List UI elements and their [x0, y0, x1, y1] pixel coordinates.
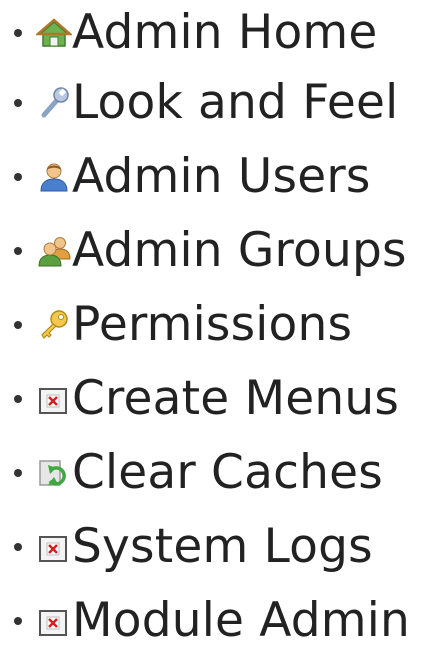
bullet — [14, 321, 22, 329]
bullet — [14, 469, 22, 477]
look-and-feel-link[interactable]: Look and Feel — [36, 78, 398, 128]
menu-item-admin-home: Admin Home — [0, 0, 430, 66]
admin-groups-link[interactable]: Admin Groups — [36, 226, 407, 276]
menu-item-look-and-feel: Look and Feel — [0, 66, 430, 140]
menu-item-label: Module Admin — [72, 593, 411, 648]
create-menus-link[interactable]: Create Menus — [36, 374, 399, 424]
admin-users-link[interactable]: Admin Users — [36, 152, 371, 202]
bullet — [14, 543, 22, 551]
broken-image-icon — [36, 529, 72, 565]
module-admin-link[interactable]: Module Admin — [36, 596, 410, 646]
bullet — [14, 247, 22, 255]
wrench-icon — [36, 85, 72, 121]
user-icon — [36, 159, 72, 195]
menu-item-system-logs: System Logs — [0, 510, 430, 584]
clear-caches-link[interactable]: Clear Caches — [36, 448, 383, 498]
menu-item-label: Admin Home — [72, 5, 378, 60]
admin-menu: Admin Home Look and Feel Admin Users Adm… — [0, 0, 430, 658]
menu-item-admin-users: Admin Users — [0, 140, 430, 214]
admin-home-link[interactable]: Admin Home — [36, 8, 378, 58]
menu-item-clear-caches: Clear Caches — [0, 436, 430, 510]
menu-item-permissions: Permissions — [0, 288, 430, 362]
refresh-icon — [36, 455, 72, 491]
bullet — [14, 29, 22, 37]
system-logs-link[interactable]: System Logs — [36, 522, 373, 572]
broken-image-icon — [36, 381, 72, 417]
bullet — [14, 395, 22, 403]
menu-item-label: Admin Groups — [72, 223, 407, 278]
group-icon — [36, 233, 72, 269]
broken-image-icon — [36, 603, 72, 639]
bullet — [14, 99, 22, 107]
menu-item-module-admin: Module Admin — [0, 584, 430, 658]
menu-item-label: Permissions — [72, 297, 353, 352]
bullet — [14, 173, 22, 181]
bullet — [14, 617, 22, 625]
menu-item-create-menus: Create Menus — [0, 362, 430, 436]
menu-item-label: Clear Caches — [72, 445, 383, 500]
menu-item-label: Create Menus — [72, 371, 400, 426]
home-icon — [36, 15, 72, 51]
menu-item-label: Look and Feel — [72, 75, 399, 130]
permissions-link[interactable]: Permissions — [36, 300, 352, 350]
key-icon — [36, 307, 72, 343]
menu-item-admin-groups: Admin Groups — [0, 214, 430, 288]
menu-item-label: System Logs — [72, 519, 373, 574]
menu-item-label: Admin Users — [72, 149, 371, 204]
